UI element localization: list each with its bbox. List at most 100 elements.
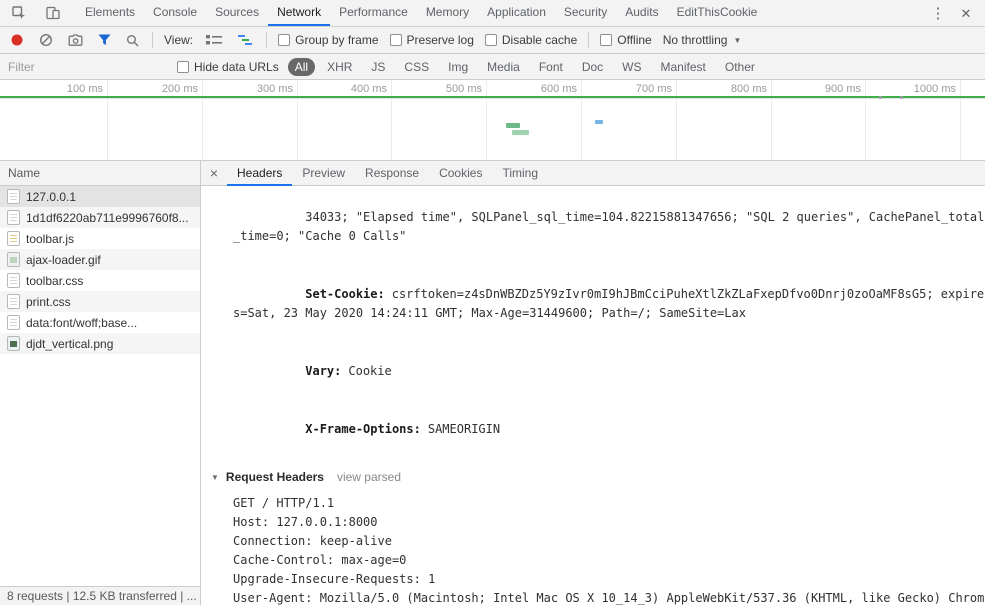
tab-elements[interactable]: Elements (76, 0, 144, 26)
tab-headers[interactable]: Headers (227, 161, 293, 186)
gridline (202, 80, 203, 160)
tab-security[interactable]: Security (555, 0, 616, 26)
tab-response[interactable]: Response (355, 161, 429, 186)
request-row[interactable]: toolbar.js (0, 228, 200, 249)
document-icon (7, 189, 20, 204)
header-value: SAMEORIGIN (427, 422, 501, 436)
tabbar-right-icons: ⋮ ✕ (919, 2, 985, 24)
request-header-line: Host: 127.0.0.1:8000 (233, 515, 378, 529)
filter-pill-doc[interactable]: Doc (575, 58, 610, 76)
toolbar-separator (152, 32, 153, 48)
tick-label: 800 ms (730, 83, 771, 95)
view-parsed-link[interactable]: view parsed (337, 468, 401, 487)
request-row[interactable]: toolbar.css (0, 270, 200, 291)
device-toolbar-icon[interactable] (44, 4, 62, 22)
inspect-element-icon[interactable] (10, 4, 28, 22)
stylesheet-icon (7, 273, 20, 288)
network-filter-bar: Hide data URLs All XHR JS CSS Img Media … (0, 54, 985, 80)
network-toolbar: View: Group by frame Preserve log Disabl… (0, 27, 985, 54)
chevron-down-icon: ▼ (733, 35, 742, 45)
header-value: Cookie (348, 364, 392, 378)
response-header-line: X-Frame-Options: SAMEORIGIN (233, 401, 985, 458)
response-header-line: Vary: Cookie (233, 343, 985, 400)
search-icon[interactable] (124, 32, 141, 49)
checkbox-icon (600, 34, 613, 46)
request-row[interactable]: print.css (0, 291, 200, 312)
filter-pill-font[interactable]: Font (532, 58, 570, 76)
close-details-icon[interactable]: × (201, 165, 227, 181)
header-value: 34033; "Elapsed time", SQLPanel_sql_time… (233, 210, 985, 243)
request-row[interactable]: djdt_vertical.png (0, 333, 200, 354)
gridline (297, 80, 298, 160)
network-overview-timeline[interactable]: 100 ms 200 ms 300 ms 400 ms 500 ms 600 m… (0, 80, 985, 161)
tab-application[interactable]: Application (478, 0, 555, 26)
tab-performance[interactable]: Performance (330, 0, 417, 26)
filter-input[interactable] (8, 59, 168, 74)
capture-screenshots-icon[interactable] (66, 32, 85, 49)
image-icon (7, 252, 20, 267)
tab-memory[interactable]: Memory (417, 0, 478, 26)
tick-label: 900 ms (824, 83, 865, 95)
request-name: djdt_vertical.png (26, 336, 114, 351)
name-column-header[interactable]: Name (0, 161, 200, 186)
request-name: 1d1df6220ab711e9996760f8... (26, 210, 189, 225)
checkbox-label: Preserve log (406, 33, 474, 47)
filter-pill-css[interactable]: CSS (397, 58, 436, 76)
tick-label: 100 ms (66, 83, 107, 95)
gridline (581, 80, 582, 160)
group-by-frame-checkbox[interactable]: Group by frame (278, 33, 379, 47)
waterfall-dot (900, 96, 903, 99)
filter-pill-img[interactable]: Img (441, 58, 475, 76)
triangle-down-icon[interactable]: ▼ (211, 468, 219, 487)
throttling-dropdown[interactable]: No throttling ▼ (663, 33, 742, 47)
request-row[interactable]: data:font/woff;base... (0, 312, 200, 333)
filter-pill-xhr[interactable]: XHR (320, 58, 359, 76)
filter-pill-ws[interactable]: WS (615, 58, 648, 76)
tab-preview[interactable]: Preview (292, 161, 355, 186)
filter-pill-js[interactable]: JS (364, 58, 392, 76)
tab-audits[interactable]: Audits (616, 0, 667, 26)
tab-cookies[interactable]: Cookies (429, 161, 492, 186)
response-header-line: Set-Cookie: csrftoken=z4sDnWBZDz5Y9zIvr0m… (233, 266, 985, 342)
request-row[interactable]: 1d1df6220ab711e9996760f8... (0, 207, 200, 228)
filter-pill-all[interactable]: All (287, 57, 316, 76)
large-rows-icon[interactable] (204, 32, 224, 48)
more-menu-icon[interactable]: ⋮ (927, 2, 949, 24)
tab-sources[interactable]: Sources (206, 0, 268, 26)
checkbox-icon (389, 34, 402, 46)
close-devtools-icon[interactable]: ✕ (955, 2, 977, 24)
tab-console[interactable]: Console (144, 0, 206, 26)
request-name: toolbar.css (26, 273, 84, 288)
devtools-window: Elements Console Sources Network Perform… (0, 0, 985, 605)
toolbar-separator (588, 32, 590, 48)
tick-label: 400 ms (350, 83, 391, 95)
checkbox-icon (484, 34, 497, 46)
tab-network[interactable]: Network (268, 0, 331, 26)
offline-checkbox[interactable]: Offline (600, 33, 652, 47)
waterfall-bar (595, 120, 603, 124)
request-row[interactable]: 127.0.0.1 (0, 186, 200, 207)
tab-editthiscookie[interactable]: EditThisCookie (668, 0, 767, 26)
throttling-value: No throttling (662, 33, 728, 47)
filter-pill-manifest[interactable]: Manifest (654, 58, 713, 76)
disable-cache-checkbox[interactable]: Disable cache (484, 33, 577, 47)
response-header-line: 34033; "Elapsed time", SQLPanel_sql_time… (233, 189, 985, 265)
request-header-line: Upgrade-Insecure-Requests: 1 (233, 572, 436, 586)
show-overview-icon[interactable] (235, 32, 255, 48)
record-icon[interactable] (8, 31, 26, 49)
request-rows: 127.0.0.1 1d1df6220ab711e9996760f8... to… (0, 186, 200, 586)
tick-label: 700 ms (635, 83, 676, 95)
tab-timing[interactable]: Timing (492, 161, 548, 186)
preserve-log-checkbox[interactable]: Preserve log (389, 33, 474, 47)
hide-data-urls-checkbox[interactable]: Hide data URLs (177, 60, 279, 74)
request-headers-toggle[interactable]: Request Headers (226, 468, 324, 487)
tick-label: 200 ms (161, 83, 202, 95)
filter-icon[interactable] (96, 32, 113, 48)
filter-pill-media[interactable]: Media (480, 58, 527, 76)
request-header-line: Cache-Control: max-age=0 (233, 553, 407, 567)
gridline (771, 80, 772, 160)
clear-icon[interactable] (37, 31, 55, 49)
request-row[interactable]: ajax-loader.gif (0, 249, 200, 270)
network-main: Name 127.0.0.1 1d1df6220ab711e9996760f8.… (0, 161, 985, 605)
filter-pill-other[interactable]: Other (718, 58, 762, 76)
